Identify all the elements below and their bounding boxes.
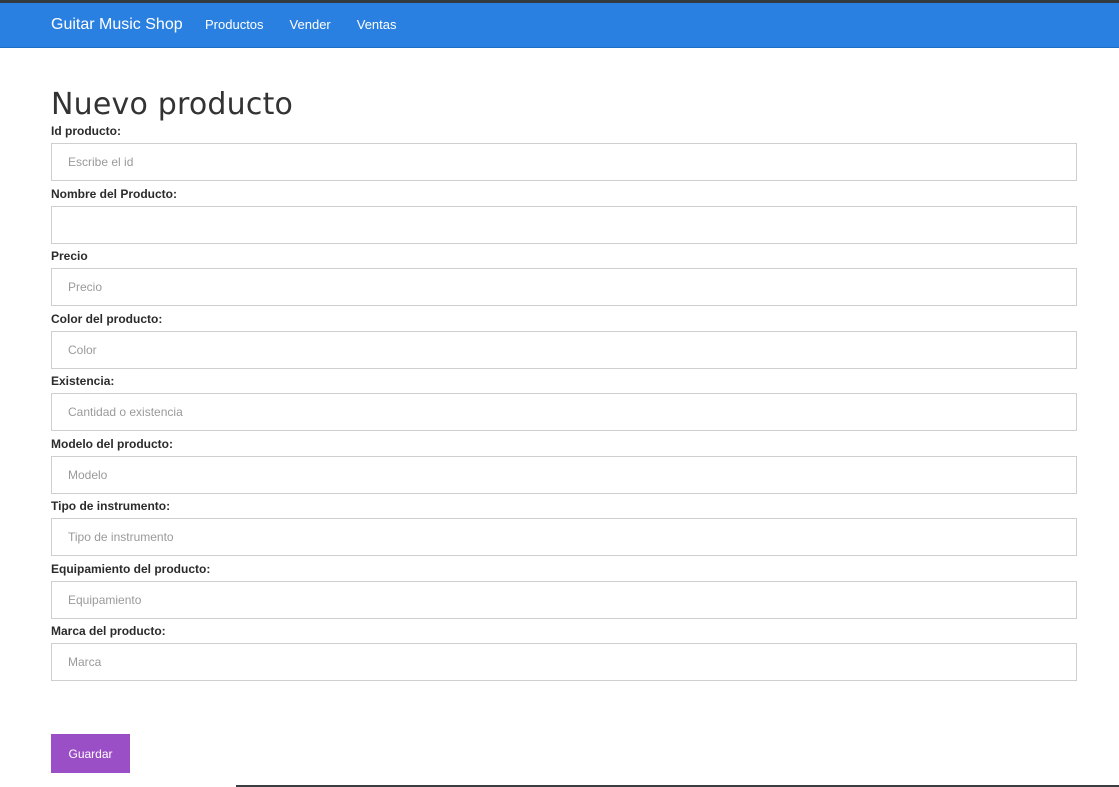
field-color: Color del producto: [51, 311, 1077, 374]
nav-links: Productos Vender Ventas [205, 16, 423, 34]
field-label-color: Color del producto: [51, 311, 163, 326]
nav-link-vender[interactable]: Vender [290, 16, 331, 34]
page-title: Nuevo producto [51, 87, 294, 122]
field-label-nombre: Nombre del Producto: [51, 186, 178, 201]
field-label-precio: Precio [51, 249, 88, 263]
save-button[interactable]: Guardar [51, 734, 130, 773]
field-marca: Marca del producto: [51, 623, 1077, 686]
field-existencia: Existencia: [51, 373, 1077, 436]
color-input[interactable] [51, 330, 1077, 369]
marca-input[interactable] [51, 643, 1077, 681]
field-label-marca: Marca del producto: [51, 624, 166, 638]
equipamiento-input[interactable] [51, 580, 1077, 619]
nav-link-productos[interactable]: Productos [205, 16, 264, 34]
field-nombre: Nombre del Producto: [51, 186, 1077, 249]
product-form: Id producto: Nombre del Producto: Precio… [51, 123, 1077, 686]
field-modelo: Modelo del producto: [51, 436, 1077, 499]
navbar: Guitar Music Shop Productos Vender Venta… [0, 3, 1119, 48]
field-id: Id producto: [51, 123, 1077, 186]
brand-link[interactable]: Guitar Music Shop [51, 15, 183, 35]
nav-link-ventas[interactable]: Ventas [357, 16, 397, 34]
precio-input[interactable] [51, 268, 1077, 306]
field-label-id: Id producto: [51, 124, 121, 138]
nombre-input[interactable] [51, 205, 1077, 244]
field-equipamiento: Equipamiento del producto: [51, 561, 1077, 624]
field-label-existencia: Existencia: [51, 374, 115, 388]
id-input[interactable] [51, 143, 1077, 181]
field-label-modelo: Modelo del producto: [51, 436, 173, 451]
modelo-input[interactable] [51, 455, 1077, 494]
field-label-tipo: Tipo de instrumento: [51, 499, 171, 513]
field-label-equipamiento: Equipamiento del producto: [51, 561, 211, 576]
tipo-input[interactable] [51, 518, 1077, 556]
main-content: Nuevo producto Id producto: Nombre del P… [51, 48, 1077, 686]
field-tipo: Tipo de instrumento: [51, 498, 1077, 561]
existencia-input[interactable] [51, 393, 1077, 431]
field-precio: Precio [51, 248, 1077, 311]
